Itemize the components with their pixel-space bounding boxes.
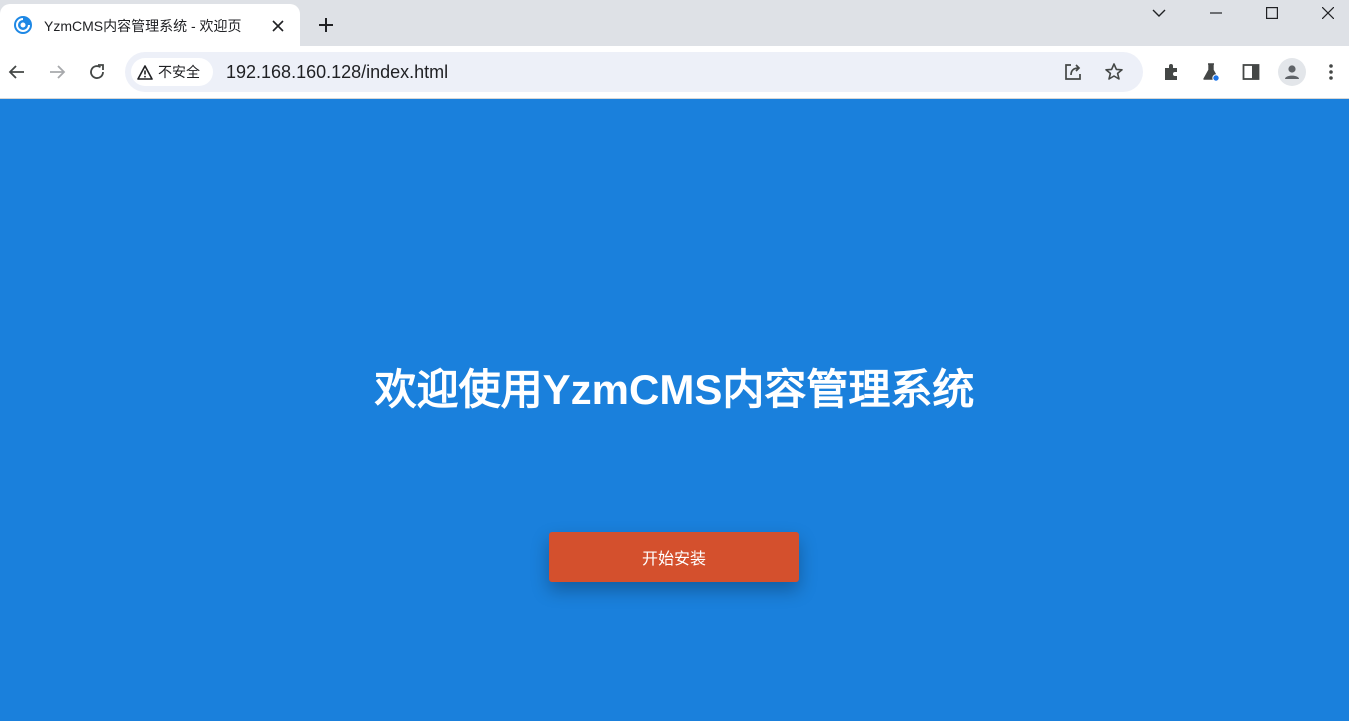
extensions-puzzle-icon[interactable] bbox=[1157, 58, 1185, 86]
yzmcms-logo-icon bbox=[13, 15, 33, 35]
browser-toolbar: 不安全 192.168.160.128/index.html bbox=[0, 46, 1349, 99]
profile-avatar-icon[interactable] bbox=[1278, 58, 1306, 86]
security-indicator[interactable]: 不安全 bbox=[131, 58, 213, 86]
browser-tab[interactable]: YzmCMS内容管理系统 - 欢迎页 bbox=[0, 4, 300, 46]
close-tab-icon[interactable] bbox=[268, 16, 288, 36]
close-window-button[interactable] bbox=[1300, 0, 1349, 26]
minimize-button[interactable] bbox=[1188, 0, 1244, 26]
bookmark-star-icon[interactable] bbox=[1102, 60, 1126, 84]
labs-flask-icon[interactable] bbox=[1197, 58, 1225, 86]
browser-titlebar: YzmCMS内容管理系统 - 欢迎页 bbox=[0, 0, 1349, 46]
maximize-button[interactable] bbox=[1244, 0, 1300, 26]
forward-button[interactable] bbox=[43, 58, 71, 86]
side-panel-icon[interactable] bbox=[1237, 58, 1265, 86]
arrow-left-icon bbox=[8, 65, 24, 79]
security-label: 不安全 bbox=[158, 64, 200, 80]
tab-title: YzmCMS内容管理系统 - 欢迎页 bbox=[44, 18, 242, 34]
new-tab-button[interactable] bbox=[313, 12, 339, 38]
reload-button[interactable] bbox=[83, 58, 111, 86]
tab-search-chevron-icon[interactable] bbox=[1131, 0, 1187, 26]
share-icon[interactable] bbox=[1061, 60, 1085, 84]
reload-icon bbox=[90, 64, 104, 79]
arrow-right-icon bbox=[50, 65, 66, 79]
back-button[interactable] bbox=[3, 58, 31, 86]
address-bar[interactable]: 不安全 192.168.160.128/index.html bbox=[125, 52, 1143, 92]
warning-icon bbox=[137, 64, 153, 80]
menu-kebab-icon[interactable] bbox=[1317, 58, 1345, 86]
url-text[interactable]: 192.168.160.128/index.html bbox=[226, 62, 448, 83]
welcome-page: 欢迎使用YzmCMS内容管理系统 开始安装 bbox=[0, 100, 1349, 721]
page-title: 欢迎使用YzmCMS内容管理系统 bbox=[374, 366, 975, 413]
start-install-button[interactable]: 开始安装 bbox=[549, 532, 799, 582]
